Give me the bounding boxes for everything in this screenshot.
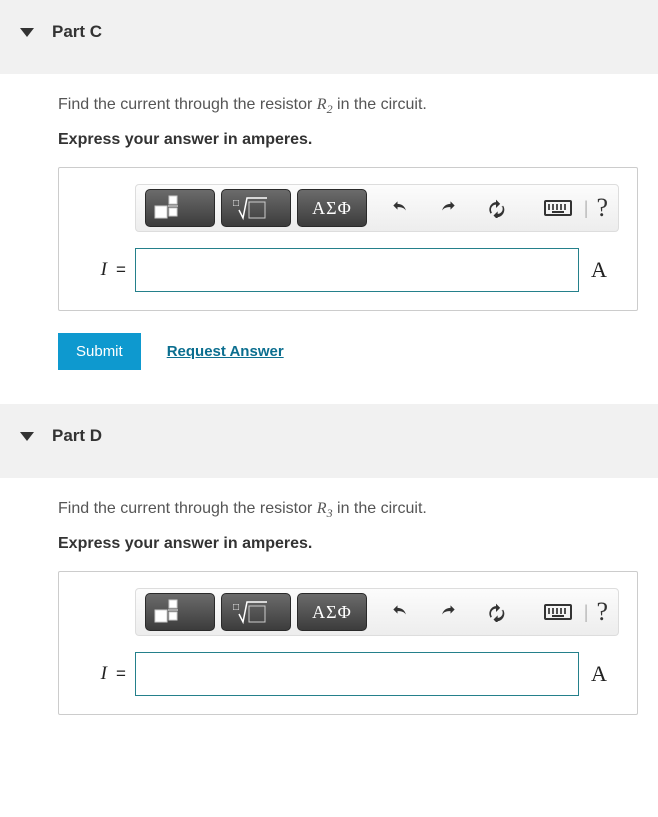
part-title: Part D <box>52 426 102 446</box>
chevron-down-icon <box>20 432 34 441</box>
reset-icon[interactable] <box>479 191 513 225</box>
equals-label: = <box>107 260 135 280</box>
answer-input[interactable] <box>135 248 579 292</box>
prompt-text: Find the current through the resistor R2… <box>58 96 638 117</box>
request-answer-link[interactable]: Request Answer <box>167 343 284 360</box>
answer-box: □ ΑΣΦ | ? I = A <box>58 167 638 311</box>
redo-icon[interactable] <box>431 595 465 629</box>
part-d: Part D Find the current through the resi… <box>0 404 658 739</box>
answer-box: □ ΑΣΦ | ? I = A <box>58 571 638 715</box>
equals-label: = <box>107 664 135 684</box>
undo-icon[interactable] <box>383 595 417 629</box>
variable-label: I <box>77 259 107 281</box>
svg-text:□: □ <box>233 198 239 209</box>
variable-label: I <box>77 663 107 685</box>
radical-button[interactable]: □ <box>221 189 291 227</box>
toolbar-separator: | <box>584 602 589 623</box>
undo-icon[interactable] <box>383 191 417 225</box>
unit-label: A <box>579 257 619 283</box>
svg-text:□: □ <box>233 602 239 613</box>
template-button[interactable] <box>145 593 215 631</box>
submit-button[interactable]: Submit <box>58 333 141 370</box>
greek-button[interactable]: ΑΣΦ <box>297 593 367 631</box>
part-header[interactable]: Part C <box>0 0 658 74</box>
part-c: Part C Find the current through the resi… <box>0 0 658 394</box>
answer-input-row: I = A <box>77 652 619 696</box>
part-body: Find the current through the resistor R2… <box>0 74 658 394</box>
radical-button[interactable]: □ <box>221 593 291 631</box>
equation-toolbar: □ ΑΣΦ | ? <box>135 588 619 636</box>
greek-button[interactable]: ΑΣΦ <box>297 189 367 227</box>
unit-label: A <box>579 661 619 687</box>
answer-input-row: I = A <box>77 248 619 292</box>
redo-icon[interactable] <box>431 191 465 225</box>
equation-toolbar: □ ΑΣΦ | ? <box>135 184 619 232</box>
prompt-text: Find the current through the resistor R3… <box>58 500 638 521</box>
reset-icon[interactable] <box>479 595 513 629</box>
keyboard-icon[interactable] <box>541 595 575 629</box>
help-icon[interactable]: ? <box>596 193 608 223</box>
answer-input[interactable] <box>135 652 579 696</box>
part-header[interactable]: Part D <box>0 404 658 478</box>
part-body: Find the current through the resistor R3… <box>0 478 658 739</box>
keyboard-icon[interactable] <box>541 191 575 225</box>
help-icon[interactable]: ? <box>596 597 608 627</box>
instruction-text: Express your answer in amperes. <box>58 535 638 553</box>
instruction-text: Express your answer in amperes. <box>58 131 638 149</box>
template-button[interactable] <box>145 189 215 227</box>
toolbar-separator: | <box>584 198 589 219</box>
chevron-down-icon <box>20 28 34 37</box>
part-title: Part C <box>52 22 102 42</box>
